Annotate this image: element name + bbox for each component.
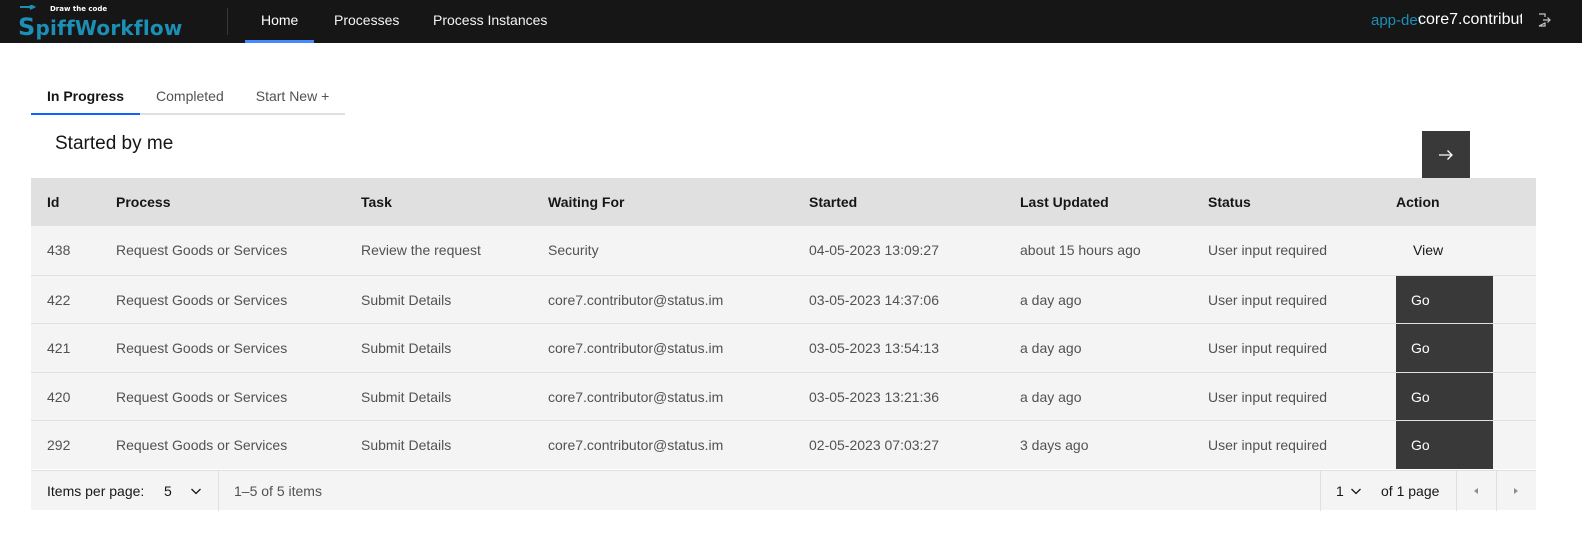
cell-id: 421 — [47, 340, 71, 357]
pagination-divider — [218, 471, 219, 511]
table-row: 422 Request Goods or Services Submit Det… — [31, 274, 1536, 324]
nav-process-instances[interactable]: Process Instances — [417, 0, 563, 43]
spiffworkflow-logo[interactable]: Draw the code SpiffWorkflow — [16, 3, 182, 41]
page-select-value: 1 — [1336, 483, 1344, 499]
cell-started: 03-05-2023 14:37:06 — [809, 291, 939, 308]
cell-started: 03-05-2023 13:54:13 — [809, 340, 939, 357]
column-header-task: Task — [361, 194, 392, 210]
table-row: 421 Request Goods or Services Submit Det… — [31, 323, 1536, 373]
cell-id: 292 — [47, 437, 71, 454]
cell-process: Request Goods or Services — [116, 340, 288, 357]
cell-last-updated: a day ago — [1020, 388, 1082, 405]
cell-last-updated: a day ago — [1020, 340, 1082, 357]
tab-completed[interactable]: Completed — [140, 80, 240, 115]
cell-status: User input required — [1208, 242, 1328, 258]
cell-task: Submit Details — [361, 291, 452, 308]
caret-right-icon — [1514, 488, 1518, 494]
go-button[interactable]: Go — [1396, 421, 1493, 470]
chevron-down-icon — [1351, 488, 1361, 495]
cell-process: Request Goods or Services — [116, 437, 288, 454]
nav-processes[interactable]: Processes — [318, 0, 415, 43]
nav-process-instances-label: Process Instances — [433, 12, 548, 28]
chevron-down-icon — [191, 488, 201, 495]
view-button[interactable]: View — [1396, 226, 1493, 274]
page-select[interactable]: 1 — [1336, 471, 1374, 511]
cell-task: Submit Details — [361, 340, 452, 357]
cell-id: 422 — [47, 291, 71, 308]
caret-left-icon — [1474, 488, 1478, 494]
cell-waiting-for: Security — [548, 242, 599, 258]
column-header-id: Id — [47, 194, 60, 210]
cell-task: Review the request — [361, 242, 481, 258]
view-all-button[interactable] — [1422, 131, 1470, 178]
nav-processes-label: Processes — [334, 12, 400, 28]
cell-process: Request Goods or Services — [116, 291, 288, 308]
cell-waiting-for: core7.contributor@status.im — [548, 291, 724, 308]
table-row: 438 Request Goods or Services Review the… — [31, 226, 1536, 275]
cell-started: 04-05-2023 13:09:27 — [809, 242, 939, 258]
column-header-started: Started — [809, 194, 858, 210]
cell-process: Request Goods or Services — [116, 242, 288, 258]
cell-task: Submit Details — [361, 388, 452, 405]
column-header-action: Action — [1396, 194, 1440, 210]
cell-started: 02-05-2023 07:03:27 — [809, 437, 939, 454]
table-body: 438 Request Goods or Services Review the… — [31, 226, 1536, 470]
items-per-page-select[interactable]: 5 — [164, 471, 218, 511]
username-label[interactable]: core7.contributor@status.im — [1418, 11, 1522, 29]
go-button[interactable]: Go — [1396, 372, 1493, 421]
items-per-page-value: 5 — [164, 483, 172, 499]
table-row: 420 Request Goods or Services Submit Det… — [31, 371, 1536, 421]
table-row: 292 Request Goods or Services Submit Det… — [31, 420, 1536, 470]
instance-tabs: In Progress Completed Start New + — [31, 80, 346, 115]
logo-tagline: Draw the code — [50, 5, 108, 13]
cell-last-updated: 3 days ago — [1020, 437, 1089, 454]
section-title: Started by me — [55, 133, 174, 154]
go-button[interactable]: Go — [1396, 324, 1493, 373]
cell-status: User input required — [1208, 437, 1328, 454]
logo-wordmark: SpiffWorkflow — [18, 13, 183, 41]
pagination: Items per page: 5 1–5 of 5 items 1 of 1 … — [31, 470, 1536, 511]
next-page-button[interactable] — [1496, 471, 1536, 511]
arrow-right-icon — [1439, 150, 1453, 160]
items-range-text: 1–5 of 5 items — [234, 483, 322, 499]
page-count-text: of 1 page — [1381, 483, 1440, 499]
items-per-page-label: Items per page: — [47, 483, 145, 499]
column-header-status: Status — [1208, 194, 1251, 210]
environment-label: app-dev — [1371, 12, 1421, 29]
cell-task: Submit Details — [361, 437, 452, 454]
cell-waiting-for: core7.contributor@status.im — [548, 437, 724, 454]
cell-status: User input required — [1208, 340, 1328, 357]
column-header-last-updated: Last Updated — [1020, 194, 1109, 210]
top-navigation-bar: Draw the code SpiffWorkflow Home Process… — [0, 0, 1582, 43]
cell-waiting-for: core7.contributor@status.im — [548, 388, 724, 405]
cell-status: User input required — [1208, 291, 1328, 308]
cell-id: 420 — [47, 388, 71, 405]
go-button[interactable]: Go — [1396, 275, 1493, 324]
cell-started: 03-05-2023 13:21:36 — [809, 388, 939, 405]
header-divider — [227, 8, 228, 35]
logo-initial: S — [18, 13, 36, 41]
cell-process: Request Goods or Services — [116, 388, 288, 405]
tab-in-progress[interactable]: In Progress — [31, 80, 141, 115]
nav-home-label: Home — [261, 12, 299, 28]
logo-rest: piffWorkflow — [35, 16, 183, 40]
tab-start-new[interactable]: Start New + — [239, 80, 346, 115]
logout-icon[interactable] — [1536, 12, 1552, 28]
process-instances-table: Id Process Task Waiting For Started Last… — [31, 178, 1536, 470]
cell-waiting-for: core7.contributor@status.im — [548, 340, 724, 357]
cell-last-updated: about 15 hours ago — [1020, 242, 1141, 258]
column-header-waiting-for: Waiting For — [548, 194, 625, 210]
column-header-process: Process — [116, 194, 171, 210]
pagination-divider — [1320, 471, 1321, 511]
cell-id: 438 — [47, 242, 71, 258]
cell-last-updated: a day ago — [1020, 291, 1082, 308]
cell-status: User input required — [1208, 388, 1328, 405]
nav-home[interactable]: Home — [245, 0, 315, 43]
previous-page-button[interactable] — [1456, 471, 1496, 511]
table-header: Id Process Task Waiting For Started Last… — [31, 178, 1536, 226]
